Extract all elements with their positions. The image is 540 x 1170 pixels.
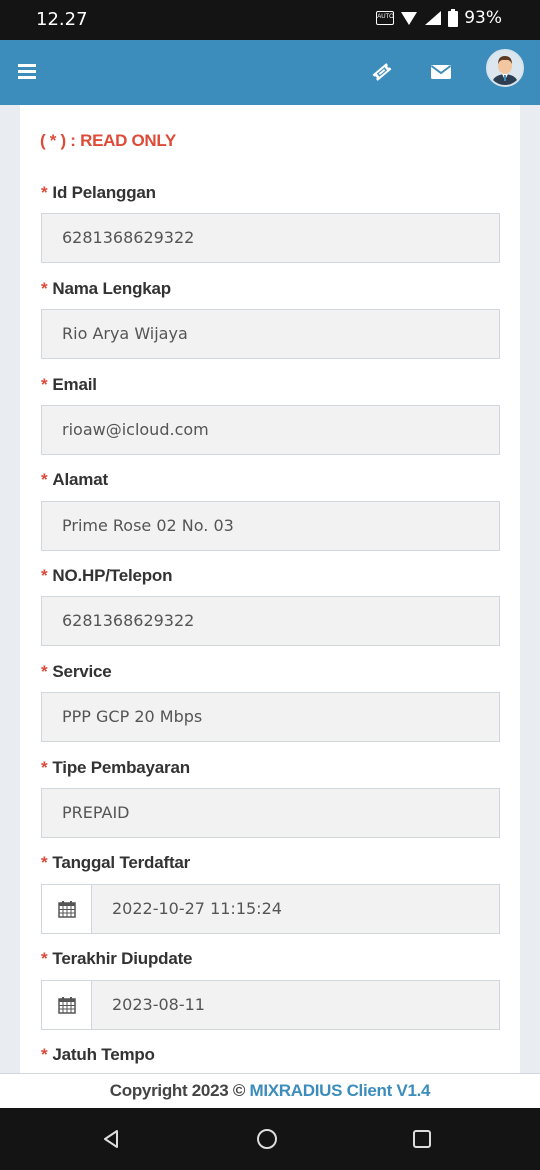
user-avatar[interactable]	[486, 49, 524, 87]
label-text: NO.HP/Telepon	[52, 566, 173, 585]
auto-brightness-icon: AUTO	[376, 11, 395, 25]
service-field: PPP GCP 20 Mbps	[41, 692, 500, 742]
label-text: Alamat	[52, 470, 108, 489]
wifi-icon	[401, 12, 418, 25]
calendar-addon	[42, 981, 92, 1029]
nama-lengkap-field: Rio Arya Wijaya	[41, 309, 500, 359]
label-text: Service	[52, 662, 112, 681]
read-only-note: ( * ) : READ ONLY	[40, 131, 176, 150]
label-tipe-pembayaran: * Tipe Pembayaran	[41, 758, 190, 778]
calendar-icon	[57, 901, 76, 918]
label-text: Jatuh Tempo	[52, 1045, 155, 1064]
registered-date-group: 2022-10-27 11:15:24	[41, 884, 500, 934]
copyright-text: Copyright 2023 ©	[109, 1081, 250, 1100]
alamat-field: Prime Rose 02 No. 03	[41, 501, 500, 551]
label-text: Tipe Pembayaran	[52, 758, 190, 777]
signal-icon	[425, 11, 442, 25]
profile-form-card: ( * ) : READ ONLY * Id Pelanggan 62813686…	[20, 105, 520, 1073]
required-star: *	[41, 662, 48, 681]
last-updated-group: 2023-08-11	[41, 980, 500, 1030]
label-no-hp: * NO.HP/Telepon	[41, 566, 172, 586]
required-star: *	[41, 758, 48, 777]
label-text: Nama Lengkap	[52, 279, 171, 298]
label-email: * Email	[41, 375, 97, 395]
required-star: *	[41, 853, 48, 872]
label-tanggal-terdaftar: * Tanggal Terdaftar	[41, 853, 190, 873]
label-id-pelanggan: * Id Pelanggan	[41, 183, 156, 203]
calendar-icon	[57, 997, 76, 1014]
home-circle-icon[interactable]	[255, 1127, 279, 1151]
app-header	[0, 40, 540, 105]
phone-field: 6281368629322	[41, 596, 500, 646]
required-star: *	[41, 949, 48, 968]
recents-square-icon[interactable]	[410, 1127, 434, 1151]
required-star: *	[41, 566, 48, 585]
required-star: *	[41, 279, 48, 298]
battery-icon	[448, 9, 459, 27]
required-star: *	[41, 470, 48, 489]
required-star: *	[41, 375, 48, 394]
label-text: Id Pelanggan	[52, 183, 156, 202]
footer-copyright: Copyright 2023 © MIXRADIUS Client V1.4	[0, 1073, 540, 1108]
status-bar: 12.27 AUTO 93%	[0, 0, 540, 40]
ticket-icon[interactable]	[370, 60, 394, 84]
label-text: Terakhir Diupdate	[52, 949, 193, 968]
system-nav-bar	[0, 1108, 540, 1170]
left-gutter	[0, 105, 20, 1073]
label-text: Tanggal Terdaftar	[52, 853, 191, 872]
label-jatuh-tempo: * Jatuh Tempo	[41, 1045, 155, 1065]
back-triangle-icon[interactable]	[99, 1127, 123, 1151]
label-service: * Service	[41, 662, 112, 682]
label-text: Email	[52, 375, 97, 394]
envelope-icon[interactable]	[429, 60, 453, 84]
id-pelanggan-field: 6281368629322	[41, 213, 500, 263]
label-alamat: * Alamat	[41, 470, 108, 490]
status-time: 12.27	[36, 9, 88, 30]
email-field: rioaw@icloud.com	[41, 405, 500, 455]
right-gutter	[520, 105, 540, 1073]
required-star: *	[41, 1045, 48, 1064]
payment-type-field: PREPAID	[41, 788, 500, 838]
required-star: *	[41, 183, 48, 202]
label-terakhir-diupdate: * Terakhir Diupdate	[41, 949, 192, 969]
hamburger-menu-icon[interactable]	[18, 64, 36, 80]
calendar-addon	[42, 885, 92, 933]
registered-date-field: 2022-10-27 11:15:24	[112, 899, 282, 918]
battery-percent: 93%	[464, 8, 502, 28]
label-nama-lengkap: * Nama Lengkap	[41, 279, 171, 299]
status-icons: AUTO 93%	[376, 8, 502, 28]
brand-link[interactable]: MIXRADIUS Client V1.4	[249, 1081, 430, 1100]
avatar-face-icon	[488, 51, 522, 85]
last-updated-field: 2023-08-11	[112, 995, 205, 1014]
